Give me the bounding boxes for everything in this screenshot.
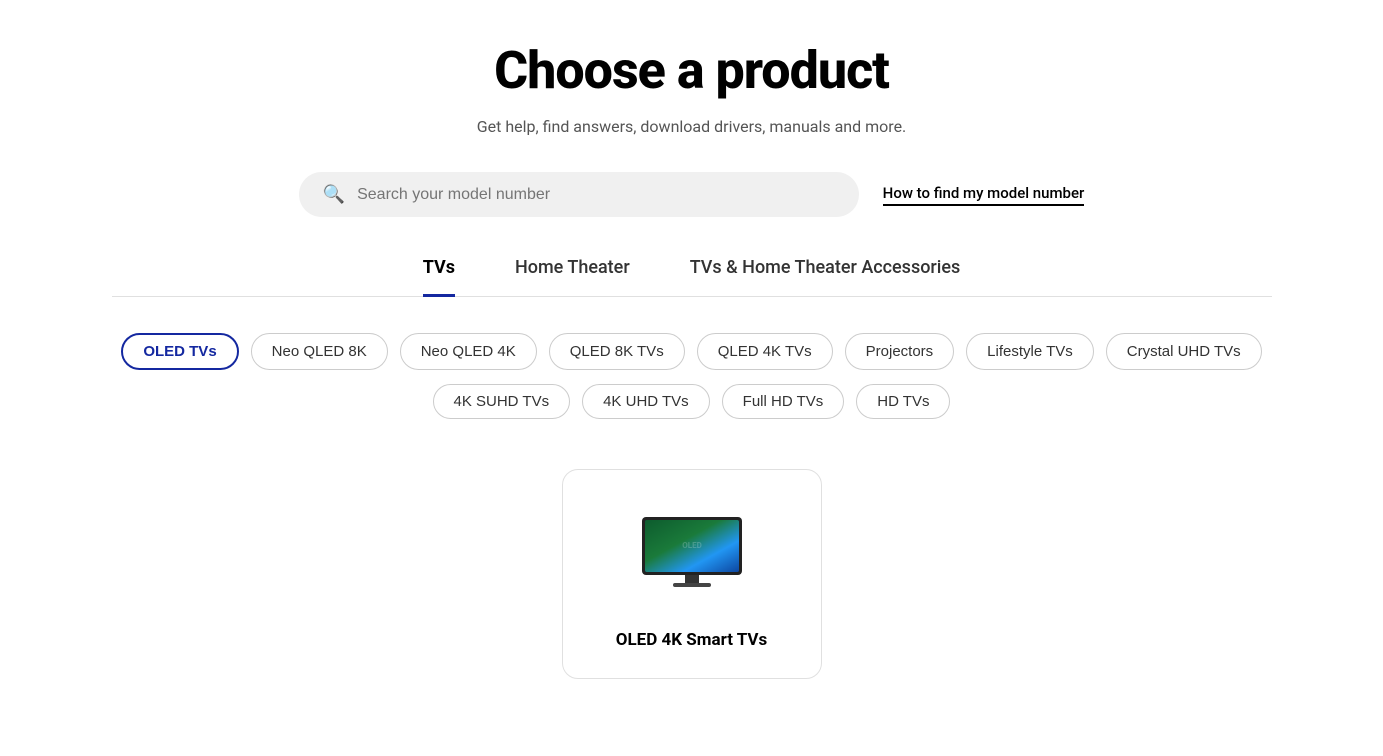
tab-tvs[interactable]: TVs [423, 257, 455, 297]
filter-chip-oled-tvs[interactable]: OLED TVs [121, 333, 238, 370]
search-row: 🔍 How to find my model number [112, 172, 1272, 217]
search-box: 🔍 [299, 172, 859, 217]
model-number-link[interactable]: How to find my model number [883, 184, 1085, 206]
filter-chip-crystal-uhd-tvs[interactable]: Crystal UHD TVs [1106, 333, 1262, 370]
page-container: Choose a product Get help, find answers,… [92, 0, 1292, 719]
filter-chip-neo-qled-8k[interactable]: Neo QLED 8K [251, 333, 388, 370]
filter-chip-hd-tvs[interactable]: HD TVs [856, 384, 950, 419]
product-card-oled-4k-smart-tvs[interactable]: OLED OLED 4K Smart TVs [562, 469, 822, 679]
filter-chip-projectors[interactable]: Projectors [845, 333, 955, 370]
filter-chip-qled-8k-tvs[interactable]: QLED 8K TVs [549, 333, 685, 370]
filters-row-2: 4K SUHD TVs 4K UHD TVs Full HD TVs HD TVs [112, 384, 1272, 419]
filter-chip-4k-suhd-tvs[interactable]: 4K SUHD TVs [433, 384, 571, 419]
product-name-oled-4k-smart-tvs: OLED 4K Smart TVs [616, 630, 768, 650]
tabs-row: TVs Home Theater TVs & Home Theater Access… [112, 257, 1272, 297]
tab-accessories[interactable]: TVs & Home Theater Accessories [690, 257, 961, 297]
search-icon: 🔍 [323, 184, 345, 205]
filter-chip-4k-uhd-tvs[interactable]: 4K UHD TVs [582, 384, 710, 419]
filter-chip-lifestyle-tvs[interactable]: Lifestyle TVs [966, 333, 1094, 370]
search-input[interactable] [357, 186, 835, 204]
products-grid: OLED OLED 4K Smart TVs [112, 469, 1272, 679]
page-subtitle: Get help, find answers, download drivers… [112, 117, 1272, 136]
filter-chip-neo-qled-4k[interactable]: Neo QLED 4K [400, 333, 537, 370]
filters-row-1: OLED TVs Neo QLED 8K Neo QLED 4K QLED 8K TV… [112, 333, 1272, 370]
page-title: Choose a product [112, 40, 1272, 101]
product-image-oled-4k-smart-tvs: OLED [632, 502, 752, 602]
filter-chip-full-hd-tvs[interactable]: Full HD TVs [722, 384, 845, 419]
svg-text:OLED: OLED [682, 541, 702, 550]
tab-home-theater[interactable]: Home Theater [515, 257, 630, 297]
filter-chip-qled-4k-tvs[interactable]: QLED 4K TVs [697, 333, 833, 370]
